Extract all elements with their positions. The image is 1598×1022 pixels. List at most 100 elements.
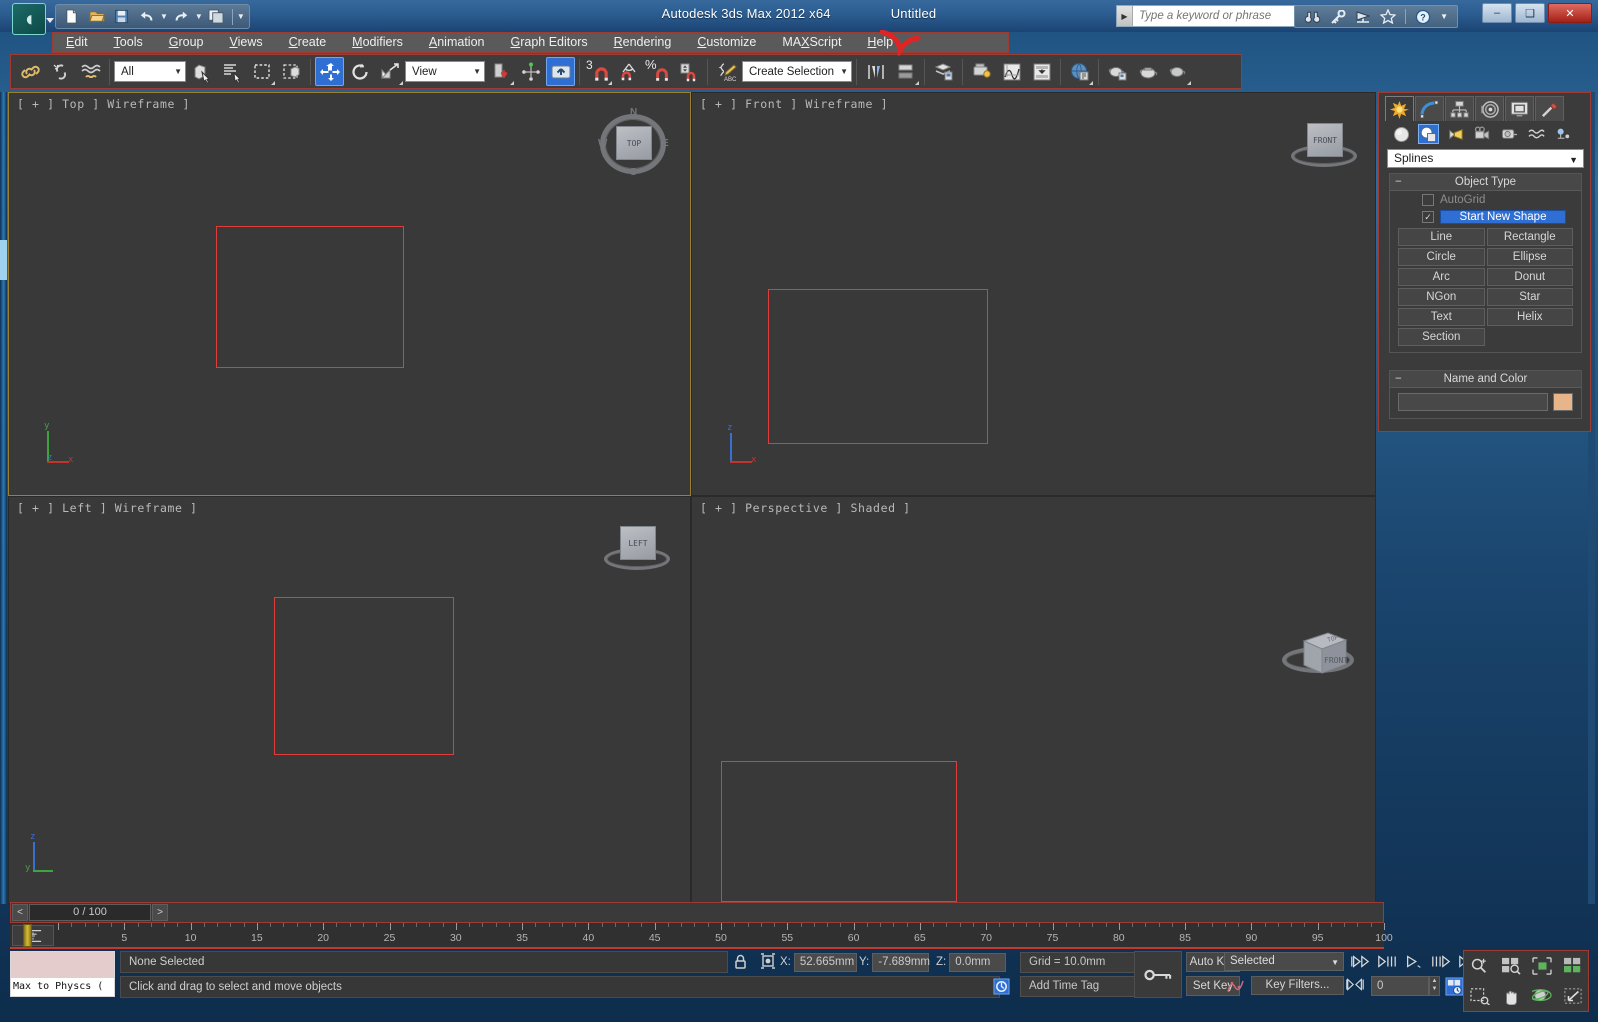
object-type-button-ngon[interactable]: NGon [1398, 288, 1485, 306]
shape-subcategory-dropdown[interactable]: Splines ▼ [1387, 149, 1584, 168]
frame-spinner[interactable]: ▲ ▼ [1429, 976, 1440, 996]
shapes-category[interactable] [1418, 124, 1439, 144]
layer-manager-button[interactable] [929, 57, 958, 86]
use-center-flyout-button[interactable] [486, 57, 515, 86]
select-and-rotate-button[interactable] [345, 57, 374, 86]
viewcube-3d-box[interactable]: TOP FRONT [1282, 615, 1358, 687]
reference-coordinate-system-combo[interactable]: View ▼ [405, 61, 485, 82]
shape-rectangle-perspective[interactable] [721, 761, 957, 902]
geometry-category[interactable] [1391, 124, 1412, 144]
pan-view-button[interactable] [1495, 981, 1526, 1011]
unlink-selection-button[interactable] [46, 57, 75, 86]
menu-item-edit[interactable]: Edit [53, 33, 101, 52]
object-type-button-arc[interactable]: Arc [1398, 268, 1485, 286]
space-warps-category[interactable] [1526, 124, 1547, 144]
minimize-button[interactable]: – [1482, 3, 1512, 23]
coord-x-field[interactable]: 52.665mm [793, 952, 857, 972]
flyout-corner-icon[interactable] [608, 81, 612, 85]
object-type-button-donut[interactable]: Donut [1486, 268, 1573, 286]
object-type-button-helix[interactable]: Helix [1486, 308, 1573, 326]
track-bar-ruler[interactable]: 5 10 15 20 25 30 35 40 45 50 55 60 65 70 75 80 85 90 95 100 [58, 923, 1393, 949]
coord-z-field[interactable]: 0.0mm [949, 952, 1007, 972]
select-and-move-button[interactable] [315, 57, 344, 86]
rollout-collapse-icon[interactable]: − [1395, 174, 1402, 190]
flyout-corner-icon[interactable] [915, 81, 919, 85]
select-and-link-button[interactable] [16, 57, 45, 86]
named-selection-set-combo[interactable]: Create Selection Set ▼ [742, 61, 852, 82]
menu-item-rendering[interactable]: Rendering [601, 33, 685, 52]
search-input[interactable] [1133, 7, 1301, 25]
maximize-button[interactable]: ❑ [1515, 3, 1545, 23]
viewcube-face-front[interactable]: FRONT [1307, 123, 1343, 157]
viewport-top-label[interactable]: [ + ] Top ] Wireframe ] [17, 97, 190, 111]
search-box[interactable]: ▶ [1116, 5, 1302, 27]
object-type-rollout-header[interactable]: − Object Type [1390, 174, 1581, 191]
flyout-corner-icon[interactable] [1089, 81, 1093, 85]
mirror-button[interactable] [861, 57, 890, 86]
viewcube-face-left[interactable]: LEFT [620, 526, 656, 560]
undo-dropdown-icon[interactable]: ▼ [160, 12, 168, 21]
start-new-shape-row[interactable]: ✓ Start New Shape [1390, 208, 1581, 225]
undo-button[interactable] [135, 6, 158, 27]
object-type-button-text[interactable]: Text [1398, 308, 1485, 326]
spinner-snap-toggle-button[interactable] [674, 57, 703, 86]
menu-item-tools[interactable]: Tools [101, 33, 156, 52]
previous-frame-slider-button[interactable]: < [12, 904, 28, 921]
activeshade-button[interactable] [1163, 57, 1192, 86]
shape-rectangle-top[interactable] [216, 226, 404, 368]
menu-item-graph-editors[interactable]: Graph Editors [497, 33, 600, 52]
next-frame-button[interactable] [1429, 952, 1453, 971]
select-and-scale-button[interactable] [375, 57, 404, 86]
add-time-tag-button[interactable]: Add Time Tag [1020, 976, 1138, 997]
save-file-button[interactable] [110, 6, 133, 27]
utilities-tab[interactable] [1535, 96, 1564, 121]
select-and-manipulate-button[interactable] [516, 57, 545, 86]
viewcube-left[interactable]: LEFT [600, 522, 676, 594]
viewport-perspective-label[interactable]: [ + ] Perspective ] Shaded ] [700, 501, 911, 515]
subscription-key-icon[interactable] [1330, 9, 1346, 24]
viewcube-top[interactable]: N E S W TOP [596, 107, 672, 180]
time-configuration-button[interactable] [1445, 977, 1464, 996]
flyout-corner-icon[interactable] [271, 81, 275, 85]
play-animation-button[interactable] [1402, 952, 1426, 971]
search-dropdown-icon[interactable]: ▶ [1117, 6, 1133, 26]
menu-item-views[interactable]: Views [217, 33, 276, 52]
display-tab[interactable] [1505, 96, 1534, 121]
key-mode-toggle-icon[interactable] [1345, 978, 1365, 991]
project-folder-button[interactable] [205, 6, 228, 27]
menu-item-group[interactable]: Group [156, 33, 217, 52]
zoom-button[interactable] [1464, 951, 1495, 981]
viewport-front[interactable]: [ + ] Front ] Wireframe ] FRONT z x [691, 92, 1376, 496]
set-key-mode-toggle[interactable] [1134, 951, 1182, 998]
chevron-down-icon[interactable]: ▼ [174, 67, 182, 76]
select-by-name-button[interactable] [217, 57, 246, 86]
absolute-relative-icon[interactable] [760, 953, 776, 969]
viewcube-perspective[interactable]: TOP FRONT [1282, 615, 1358, 687]
menu-item-customize[interactable]: Customize [684, 33, 769, 52]
object-type-button-line[interactable]: Line [1398, 228, 1485, 246]
zoom-all-button[interactable] [1495, 951, 1526, 981]
selection-filter-combo[interactable]: All ▼ [114, 61, 186, 82]
object-type-button-star[interactable]: Star [1486, 288, 1573, 306]
viewport-left-label[interactable]: [ + ] Left ] Wireframe ] [17, 501, 198, 515]
angle-snap-toggle-button[interactable] [614, 57, 643, 86]
snaps-toggle-button[interactable]: 3 [584, 57, 613, 86]
bind-to-space-warp-button[interactable] [76, 57, 105, 86]
helpers-category[interactable] [1499, 124, 1520, 144]
maxscript-mini-listener[interactable]: Max to Physcs ( [10, 951, 115, 997]
key-filters-button[interactable]: Key Filters... [1251, 976, 1344, 995]
start-new-shape-checkbox[interactable]: ✓ [1422, 210, 1434, 223]
curve-editor-button[interactable] [997, 57, 1026, 86]
keyboard-shortcut-override-button[interactable] [546, 57, 575, 86]
qat-overflow-icon[interactable]: ▼ [237, 12, 245, 21]
modify-tab[interactable] [1415, 96, 1444, 121]
favorites-star-icon[interactable] [1380, 9, 1397, 24]
chevron-down-icon[interactable]: ▼ [840, 67, 848, 76]
viewport-top[interactable]: [ + ] Top ] Wireframe ] N E S W TOP y z … [8, 92, 691, 496]
flyout-corner-icon[interactable] [1187, 81, 1191, 85]
open-mini-curve-editor-button[interactable] [12, 925, 54, 946]
infocenter-dropdown-icon[interactable]: ▼ [1440, 12, 1448, 21]
redo-dropdown-icon[interactable]: ▼ [195, 12, 203, 21]
close-button[interactable]: ✕ [1548, 3, 1592, 23]
maximize-viewport-toggle-button[interactable] [1557, 981, 1588, 1011]
